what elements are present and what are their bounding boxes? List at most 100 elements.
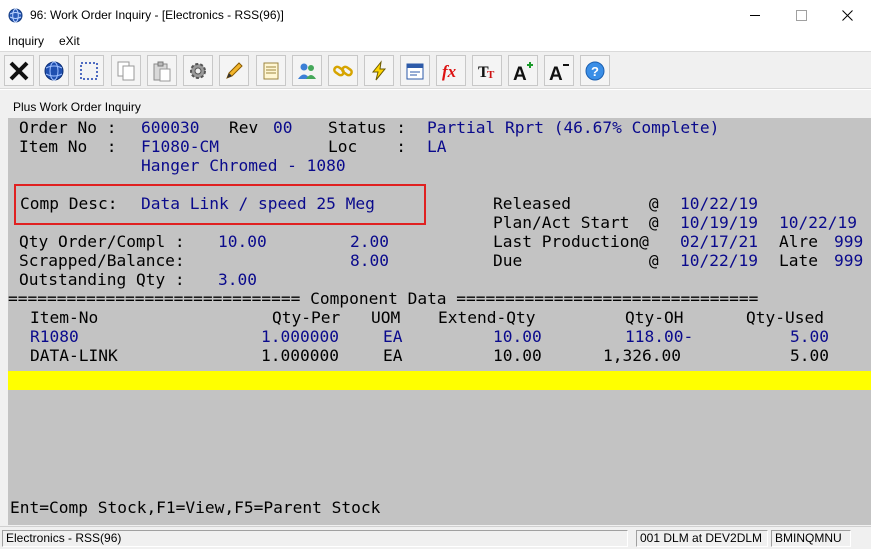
toolbar-fx-button[interactable]: fx bbox=[436, 55, 466, 86]
toolbar-help-button[interactable]: ? bbox=[580, 55, 610, 86]
font-tt-icon: TT bbox=[478, 64, 495, 81]
users-icon bbox=[298, 63, 316, 79]
qty-order-label: Qty Order/Compl : bbox=[19, 232, 185, 251]
late-label: Late bbox=[779, 251, 818, 270]
svg-text:?: ? bbox=[591, 64, 599, 79]
outstanding-qty-value: 3.00 bbox=[218, 270, 257, 289]
toolbar-font-decrease-button[interactable]: A bbox=[544, 55, 574, 86]
act-start-date: 10/22/19 bbox=[779, 213, 857, 232]
rev-label: Rev bbox=[229, 118, 259, 137]
status-bar: Electronics - RSS(96) 001 DLM at DEV2DLM… bbox=[0, 526, 871, 549]
late-value: 999 bbox=[834, 251, 864, 270]
order-no-label: Order No : bbox=[19, 118, 117, 137]
subwindow-header: Plus Work Order Inquiry bbox=[0, 90, 871, 118]
toolbar-calendar-button[interactable] bbox=[400, 55, 430, 86]
app-globe-icon[interactable] bbox=[8, 8, 23, 23]
comp-desc-value: Data Link / speed 25 Meg bbox=[141, 194, 375, 213]
toolbar-notes-button[interactable] bbox=[256, 55, 286, 86]
font-a-plus-icon: A bbox=[513, 61, 533, 82]
globe-icon bbox=[44, 61, 64, 80]
comp-desc-label: Comp Desc: bbox=[20, 194, 118, 213]
status-program: BMINQMNU bbox=[771, 530, 851, 547]
col-header-uom: UOM bbox=[371, 308, 401, 327]
plan-start-date: 10/19/19 bbox=[680, 213, 758, 232]
maximize-icon bbox=[795, 10, 807, 21]
toolbar-paste-button[interactable] bbox=[147, 55, 177, 86]
item-no-label: Item No : bbox=[19, 137, 117, 156]
svg-text:fx: fx bbox=[442, 62, 457, 81]
last-production-label: Last Production@ bbox=[493, 232, 649, 251]
font-a-minus-icon: A bbox=[549, 63, 569, 82]
component-row-2-item[interactable]: DATA-LINK bbox=[30, 346, 118, 365]
maximize-button[interactable] bbox=[778, 0, 824, 31]
calendar-icon bbox=[406, 63, 424, 79]
toolbar-globe-button[interactable] bbox=[39, 55, 69, 86]
lightning-icon bbox=[371, 59, 387, 80]
released-label: Released @ bbox=[493, 194, 659, 213]
selected-row-highlight bbox=[8, 371, 871, 390]
col-header-extend-qty: Extend-Qty bbox=[438, 308, 536, 327]
toolbar-select-button[interactable] bbox=[74, 55, 104, 86]
plan-act-start-label: Plan/Act Start @ bbox=[493, 213, 659, 232]
component-row-1-item[interactable]: R1080 bbox=[30, 327, 79, 346]
menu-bar: Inquiry eXit bbox=[0, 31, 871, 51]
notes-icon bbox=[263, 62, 279, 79]
col-header-qty-used: Qty-Used bbox=[746, 308, 824, 327]
due-label: Due @ bbox=[493, 251, 659, 270]
status-company: Electronics - RSS(96) bbox=[2, 530, 628, 547]
component-row-1-qty-oh: 118.00- bbox=[625, 327, 694, 346]
toolbar-edit-button[interactable] bbox=[219, 55, 249, 86]
order-no-value: 600030 bbox=[141, 118, 200, 137]
col-header-item-no: Item-No bbox=[30, 308, 99, 327]
menu-inquiry[interactable]: Inquiry bbox=[8, 34, 44, 48]
help-icon: ? bbox=[585, 61, 605, 80]
alre-label: Alre bbox=[779, 232, 818, 251]
qty-compl-value: 2.00 bbox=[350, 232, 389, 251]
toolbar-settings-button[interactable] bbox=[183, 55, 213, 86]
minimize-button[interactable] bbox=[732, 0, 778, 31]
component-row-2-extend-qty: 10.00 bbox=[493, 346, 542, 365]
toolbar-users-button[interactable] bbox=[292, 55, 322, 86]
toolbar-font-button[interactable]: TT bbox=[472, 55, 502, 86]
last-production-date: 02/17/21 bbox=[680, 232, 758, 251]
svg-text:A: A bbox=[549, 64, 563, 82]
close-x-icon bbox=[9, 61, 29, 80]
close-button[interactable] bbox=[824, 0, 870, 31]
subwindow-title: Plus Work Order Inquiry bbox=[13, 100, 141, 114]
toolbar-link-button[interactable] bbox=[328, 55, 358, 86]
toolbar-copy-button[interactable] bbox=[111, 55, 141, 86]
outstanding-qty-label: Outstanding Qty : bbox=[19, 270, 185, 289]
minimize-icon bbox=[749, 15, 760, 16]
fx-icon: fx bbox=[442, 62, 457, 81]
component-row-2-qty-per: 1.000000 bbox=[261, 346, 339, 365]
item-description: Hanger Chromed - 1080 bbox=[141, 156, 346, 175]
component-row-2-qty-used: 5.00 bbox=[790, 346, 829, 365]
component-row-1-qty-per: 1.000000 bbox=[261, 327, 339, 346]
col-header-qty-per: Qty-Per bbox=[272, 308, 341, 327]
svg-text:A: A bbox=[513, 64, 527, 82]
component-row-1-qty-used: 5.00 bbox=[790, 327, 829, 346]
toolbar-font-increase-button[interactable]: A bbox=[508, 55, 538, 86]
pencil-icon bbox=[226, 61, 243, 79]
select-rect-icon bbox=[80, 61, 98, 80]
inquiry-subwindow: Plus Work Order Inquiry Order No : 60003… bbox=[0, 90, 871, 549]
toolbar-close-button[interactable] bbox=[4, 55, 34, 86]
col-header-qty-oh: Qty-OH bbox=[625, 308, 684, 327]
alre-value: 999 bbox=[834, 232, 864, 251]
toolbar-lightning-button[interactable] bbox=[364, 55, 394, 86]
qty-order-value: 10.00 bbox=[218, 232, 267, 251]
component-row-2-qty-oh: 1,326.00 bbox=[603, 346, 681, 365]
balance-value: 8.00 bbox=[350, 251, 389, 270]
rev-value: 00 bbox=[273, 118, 293, 137]
window-title: 96: Work Order Inquiry - [Electronics - … bbox=[30, 8, 284, 22]
status-user: 001 DLM at DEV2DLM bbox=[636, 530, 768, 547]
link-chain-icon bbox=[333, 65, 353, 76]
loc-value: LA bbox=[427, 137, 447, 156]
menu-exit[interactable]: eXit bbox=[59, 34, 80, 48]
component-row-1-uom: EA bbox=[383, 327, 403, 346]
component-row-2-uom: EA bbox=[383, 346, 403, 365]
close-icon bbox=[841, 10, 853, 21]
loc-label: Loc : bbox=[328, 137, 406, 156]
svg-text:T: T bbox=[487, 69, 495, 81]
terminal-screen[interactable]: Order No : 600030 Rev 00 Status : Partia… bbox=[8, 118, 871, 525]
